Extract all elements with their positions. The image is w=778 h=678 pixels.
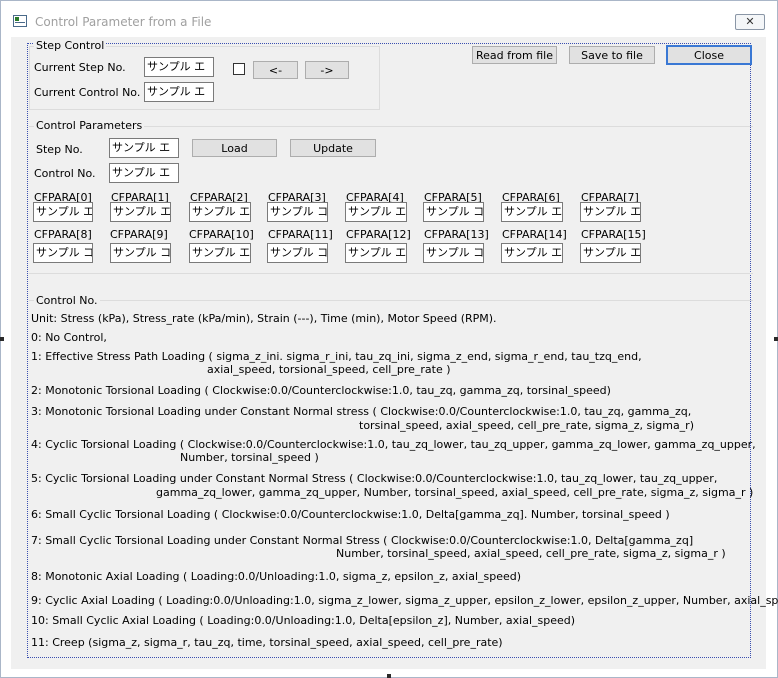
current-control-label: Current Control No.	[34, 86, 141, 99]
cfpara-input[interactable]: サンプル エ	[580, 202, 641, 222]
cfpara-input[interactable]: サンプル エ	[345, 243, 407, 263]
resize-grip-right[interactable]	[774, 337, 778, 341]
cfpara-label: CFPARA[12]	[346, 228, 411, 241]
cfpara-input[interactable]: サンプル コ	[267, 202, 328, 222]
control-mode-line-cont: gamma_zq_lower, gamma_zq_upper, Number, …	[156, 486, 754, 499]
next-step-button[interactable]: ->	[305, 61, 349, 79]
unit-description: Unit: Stress (kPa), Stress_rate (kPa/min…	[31, 312, 497, 325]
cfpara-label: CFPARA[13]	[424, 228, 489, 241]
load-button[interactable]: Load	[192, 139, 277, 157]
cfpara-input[interactable]: サンプル コ	[423, 202, 484, 222]
control-mode-line-cont: Number, torsinal_speed )	[180, 451, 319, 464]
control-no-divider-top	[29, 273, 753, 274]
control-mode-line: 6: Small Cyclic Torsional Loading ( Cloc…	[31, 508, 670, 521]
control-mode-line: 8: Monotonic Axial Loading ( Loading:0.0…	[31, 570, 522, 583]
cfpara-input[interactable]: サンプル コ	[423, 243, 484, 263]
control-mode-line: 7: Small Cyclic Torsional Loading under …	[31, 534, 694, 547]
control-mode-line: 4: Cyclic Torsional Loading ( Clockwise:…	[31, 438, 756, 451]
control-mode-line-cont: axial_speed, torsional_speed, cell_pre_r…	[207, 363, 451, 376]
control-mode-line: 0: No Control,	[31, 331, 107, 344]
control-mode-line: 1: Effective Stress Path Loading ( sigma…	[31, 350, 642, 363]
cfpara-input[interactable]: サンプル エ	[33, 202, 93, 222]
step-control-label: Step Control	[34, 39, 107, 52]
step-no-input[interactable]: サンプル エ	[109, 138, 179, 158]
cfpara-label: CFPARA[10]	[189, 228, 254, 241]
control-mode-line: 10: Small Cyclic Axial Loading ( Loading…	[31, 614, 576, 627]
close-button[interactable]: Close	[666, 45, 752, 65]
control-parameters-label: Control Parameters	[34, 119, 145, 132]
cfpara-label: CFPARA[8]	[34, 228, 92, 241]
control-no-input[interactable]: サンプル エ	[109, 163, 179, 183]
cfpara-input[interactable]: サンプル エ	[189, 243, 251, 263]
cfpara-label: CFPARA[15]	[581, 228, 646, 241]
cfpara-input[interactable]: サンプル エ	[501, 243, 563, 263]
cfpara-input[interactable]: サンプル エ	[189, 202, 251, 222]
cfpara-input[interactable]: サンプル コ	[110, 243, 171, 263]
control-mode-line: 3: Monotonic Torsional Loading under Con…	[31, 405, 692, 418]
cfpara-input[interactable]: サンプル エ	[580, 243, 641, 263]
save-to-file-button[interactable]: Save to file	[569, 46, 655, 64]
window-title: Control Parameter from a File	[35, 15, 212, 29]
resize-grip-left[interactable]	[0, 337, 4, 341]
control-mode-line: 11: Creep (sigma_z, sigma_r, tau_zq, tim…	[31, 636, 503, 649]
control-mode-line: 9: Cyclic Axial Loading ( Loading:0.0/Un…	[31, 594, 778, 607]
cfpara-label: CFPARA[11]	[268, 228, 333, 241]
cfpara-input[interactable]: サンプル コ	[267, 243, 328, 263]
app-icon	[13, 15, 27, 27]
control-mode-line: 2: Monotonic Torsional Loading ( Clockwi…	[31, 384, 611, 397]
control-mode-line: 5: Cyclic Torsional Loading under Consta…	[31, 472, 718, 485]
current-step-input[interactable]: サンプル エ	[144, 57, 214, 77]
control-no-label: Control No.	[34, 167, 96, 180]
cfpara-input[interactable]: サンプル エ	[501, 202, 563, 222]
window-close-button[interactable]: ✕	[735, 14, 765, 30]
cfpara-label: CFPARA[9]	[110, 228, 168, 241]
cfpara-input[interactable]: サンプル エ	[110, 202, 171, 222]
resize-grip-bottom[interactable]	[387, 674, 391, 678]
current-step-label: Current Step No.	[34, 61, 126, 74]
control-no-divider	[29, 300, 753, 301]
cfpara-input[interactable]: サンプル コ	[33, 243, 93, 263]
update-button[interactable]: Update	[290, 139, 376, 157]
cfpara-input[interactable]: サンプル エ	[345, 202, 407, 222]
control-mode-line-cont: torsinal_speed, axial_speed, cell_pre_ra…	[359, 419, 695, 432]
control-no-section-label: Control No.	[34, 294, 100, 307]
cfpara-label: CFPARA[14]	[502, 228, 567, 241]
step-checkbox[interactable]	[233, 63, 245, 75]
prev-step-button[interactable]: <-	[253, 61, 298, 79]
control-mode-line-cont: Number, torsinal_speed, axial_speed, cel…	[336, 547, 726, 560]
title-bar[interactable]: Control Parameter from a File ✕	[1, 1, 777, 37]
read-from-file-button[interactable]: Read from file	[472, 46, 557, 64]
current-control-input[interactable]: サンプル エ	[144, 82, 214, 102]
step-no-label: Step No.	[36, 143, 83, 156]
